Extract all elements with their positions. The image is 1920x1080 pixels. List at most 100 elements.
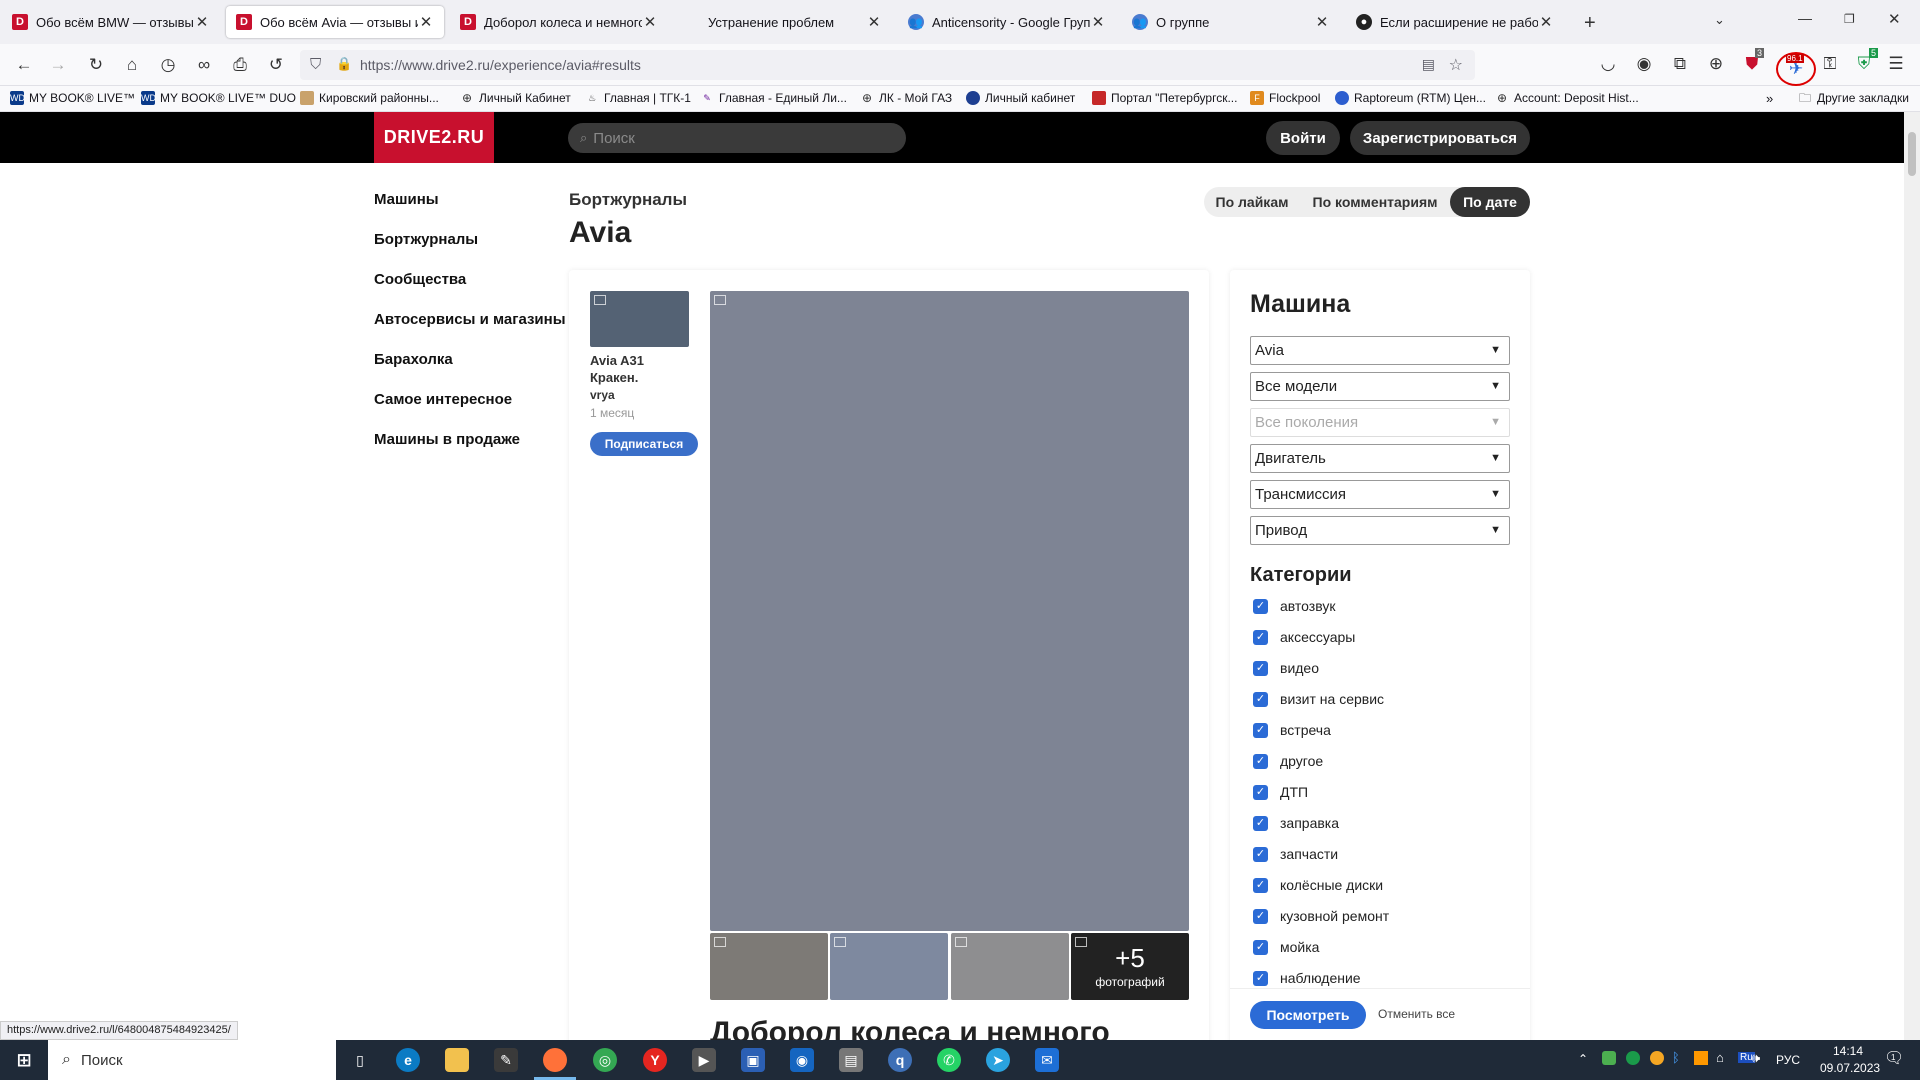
- account-icon[interactable]: ◉: [1632, 52, 1656, 76]
- close-icon[interactable]: ✕: [194, 13, 210, 31]
- chrome-icon[interactable]: ◎: [593, 1048, 617, 1072]
- video-editor-icon[interactable]: ▶: [692, 1048, 716, 1072]
- bookmark-item[interactable]: ⊕ ЛК - Мой ГАЗ: [860, 91, 952, 105]
- bookmark-item[interactable]: ♨ Главная | ТГК-1: [585, 91, 691, 105]
- page-scrollbar[interactable]: [1904, 112, 1920, 1040]
- explorer-folder-icon[interactable]: [445, 1048, 469, 1072]
- close-window-button[interactable]: ✕: [1888, 10, 1901, 28]
- model-select[interactable]: Все модели ▼: [1250, 372, 1510, 401]
- car-name[interactable]: Avia A31 Кракен.: [590, 352, 670, 386]
- tray-shield-icon[interactable]: [1626, 1051, 1640, 1065]
- tab-about-group[interactable]: 👥 О группе ✕: [1122, 6, 1340, 38]
- checkmark-icon[interactable]: ✓: [1253, 939, 1268, 955]
- category-checkbox[interactable]: ✓ ДТП: [1253, 784, 1308, 800]
- scrollbar-thumb[interactable]: [1908, 132, 1916, 176]
- reload-icon[interactable]: ↻: [84, 53, 108, 77]
- tray-orange-icon[interactable]: [1694, 1051, 1708, 1065]
- whatsapp-icon[interactable]: ✆: [937, 1048, 961, 1072]
- login-button[interactable]: Войти: [1266, 121, 1340, 155]
- notifications-icon[interactable]: 🗨 1: [1884, 1048, 1904, 1068]
- close-icon[interactable]: ✕: [1314, 13, 1330, 31]
- tab-anticensority[interactable]: 👥 Anticensority - Google Группы ✕: [898, 6, 1116, 38]
- other-bookmarks-folder[interactable]: 🗀 Другие закладки: [1798, 91, 1909, 105]
- checkmark-icon[interactable]: ✓: [1253, 753, 1268, 769]
- clock-date[interactable]: 09.07.2023: [1820, 1061, 1880, 1075]
- network-icon[interactable]: ⌂: [1716, 1050, 1724, 1065]
- print-icon[interactable]: ⎙: [228, 53, 252, 77]
- minimize-button[interactable]: —: [1798, 10, 1812, 26]
- category-checkbox[interactable]: ✓ наблюдение: [1253, 970, 1361, 986]
- ublock-icon[interactable]: ⛊ 3: [1740, 48, 1764, 76]
- apply-filter-button[interactable]: Посмотреть: [1250, 1001, 1366, 1029]
- photo-thumb[interactable]: [830, 933, 948, 1000]
- proxy-extension-icon[interactable]: ✈ 96.1: [1776, 52, 1816, 86]
- drive-select[interactable]: Привод ▼: [1250, 516, 1510, 545]
- sort-by-likes[interactable]: По лайкам: [1208, 187, 1296, 217]
- checkmark-icon[interactable]: ✓: [1253, 908, 1268, 924]
- checkmark-icon[interactable]: ✓: [1253, 815, 1268, 831]
- nav-communities[interactable]: Сообщества: [374, 271, 466, 288]
- main-photo[interactable]: [710, 291, 1189, 931]
- translate-icon[interactable]: ⊕: [1704, 52, 1728, 76]
- category-checkbox[interactable]: ✓ встреча: [1253, 722, 1331, 738]
- clock-time[interactable]: 14:14: [1820, 1044, 1876, 1058]
- messenger-icon[interactable]: ✉: [1035, 1048, 1059, 1072]
- qbittorrent-icon[interactable]: q: [888, 1048, 912, 1072]
- key-extension-icon[interactable]: ⚿: [1818, 52, 1842, 76]
- sort-by-date[interactable]: По дате: [1450, 187, 1530, 217]
- taskbar-search[interactable]: ⌕ Поиск: [48, 1040, 336, 1080]
- engine-select[interactable]: Двигатель ▼: [1250, 444, 1510, 473]
- tab-list-chevron-icon[interactable]: ⌄: [1714, 12, 1725, 28]
- bookmark-item[interactable]: Личный кабинет: [966, 91, 1075, 105]
- close-icon[interactable]: ✕: [1090, 13, 1106, 31]
- category-checkbox[interactable]: ✓ автозвук: [1253, 598, 1335, 614]
- register-button[interactable]: Зарегистрироваться: [1350, 121, 1530, 155]
- category-checkbox[interactable]: ✓ другое: [1253, 753, 1323, 769]
- menu-hamburger-icon[interactable]: ☰: [1884, 52, 1908, 76]
- bookmark-item[interactable]: ⊕ Account: Deposit Hist...: [1495, 91, 1639, 105]
- nav-market[interactable]: Барахолка: [374, 351, 453, 368]
- windows-start-icon[interactable]: ⊞: [10, 1048, 38, 1072]
- close-icon[interactable]: ✕: [1538, 13, 1554, 31]
- close-icon[interactable]: ✕: [866, 13, 882, 31]
- tray-app-icon[interactable]: [1602, 1051, 1616, 1065]
- drive2-logo[interactable]: DRIVE2.RU: [374, 112, 494, 163]
- category-checkbox[interactable]: ✓ запчасти: [1253, 846, 1338, 862]
- category-checkbox[interactable]: ✓ видео: [1253, 660, 1319, 676]
- home-icon[interactable]: ⌂: [120, 53, 144, 77]
- bluetooth-icon[interactable]: ᛒ: [1672, 1050, 1680, 1065]
- checkmark-icon[interactable]: ✓: [1253, 784, 1268, 800]
- category-checkbox[interactable]: ✓ визит на сервис: [1253, 691, 1384, 707]
- bookmark-star-icon[interactable]: ☆: [1449, 55, 1463, 75]
- save-disk-icon[interactable]: ▣: [741, 1048, 765, 1072]
- history-icon[interactable]: ◷: [156, 53, 180, 77]
- private-mask-icon[interactable]: ∞: [192, 53, 216, 77]
- bookmark-item[interactable]: Кировский районны...: [300, 91, 439, 105]
- section-label[interactable]: Бортжурналы: [569, 190, 687, 210]
- firefox-icon[interactable]: [543, 1048, 567, 1072]
- photo-thumb[interactable]: [951, 933, 1069, 1000]
- bookmark-item[interactable]: ✎ Главная - Единый Ли...: [700, 91, 847, 105]
- tab-troubleshoot[interactable]: Устранение проблем ✕: [674, 6, 892, 38]
- bookmark-item[interactable]: WD MY BOOK® LIVE™: [10, 91, 135, 105]
- url-text[interactable]: https://www.drive2.ru/experience/avia#re…: [360, 57, 641, 73]
- author-name[interactable]: vrya: [590, 388, 615, 402]
- category-checkbox[interactable]: ✓ мойка: [1253, 939, 1319, 955]
- car-thumbnail[interactable]: [590, 291, 689, 347]
- task-view-icon[interactable]: ▯: [348, 1048, 372, 1072]
- shield-icon[interactable]: ⛉: [310, 56, 321, 73]
- close-icon[interactable]: ✕: [418, 13, 434, 31]
- category-checkbox[interactable]: ✓ заправка: [1253, 815, 1339, 831]
- back-arrow-icon[interactable]: ←: [12, 53, 36, 77]
- checkmark-icon[interactable]: ✓: [1253, 691, 1268, 707]
- bookmark-item[interactable]: Raptoreum (RTM) Цен...: [1335, 91, 1486, 105]
- photo-thumb[interactable]: [710, 933, 828, 1000]
- restore-session-icon[interactable]: ↺: [264, 53, 288, 77]
- screenshot-icon[interactable]: ◉: [790, 1048, 814, 1072]
- more-photos[interactable]: +5 фотографий: [1071, 933, 1189, 1000]
- nav-cars-for-sale[interactable]: Машины в продаже: [374, 431, 520, 448]
- search-input[interactable]: ⌕ Поиск: [568, 123, 906, 153]
- tray-sync-icon[interactable]: [1650, 1051, 1664, 1065]
- new-tab-button[interactable]: +: [1584, 12, 1596, 35]
- telegram-icon[interactable]: ➤: [986, 1048, 1010, 1072]
